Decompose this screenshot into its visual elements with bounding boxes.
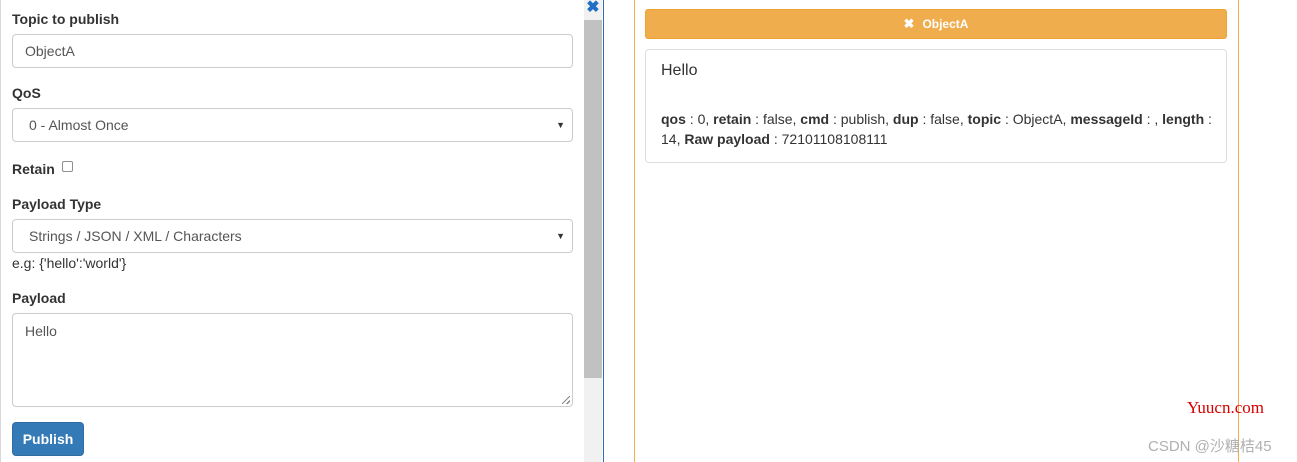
watermark-site: Yuucn.com [1187,398,1264,417]
topic-tab-label: ObjectA [922,17,969,31]
retain-checkbox[interactable] [62,161,73,172]
topic-tab-button[interactable]: ✖ ObjectA [645,9,1227,39]
qos-selected-value: 0 - Almost Once [29,117,129,133]
scrollbar-thumb[interactable] [584,20,602,378]
publish-panel: Topic to publish ObjectA QoS 0 - Almost … [0,0,604,462]
field-key: dup [892,111,919,127]
field-key: qos [661,111,686,127]
message-card: Hello qos : 0, retain : false, cmd : pub… [645,49,1227,163]
field-value: false [762,111,793,127]
payload-label: Payload [12,290,66,306]
payload-type-select[interactable]: Strings / JSON / XML / Characters ▼ [12,219,573,253]
field-key: topic [967,111,1002,127]
field-value: ObjectA [1012,111,1063,127]
field-key: length [1162,111,1205,127]
payload-textarea[interactable]: Hello [12,313,573,407]
field-key: cmd [800,111,830,127]
chevron-down-icon: ▼ [556,231,565,241]
retain-label: Retain [12,161,55,177]
field-value: 72101108108111 [781,131,888,147]
message-title: Hello [661,62,698,79]
qos-select[interactable]: 0 - Almost Once ▼ [12,108,573,142]
close-icon[interactable]: ✖ [585,0,601,16]
chevron-down-icon: ▼ [556,120,565,130]
topic-label: Topic to publish [12,11,120,27]
payload-type-selected-value: Strings / JSON / XML / Characters [29,228,242,244]
field-value: publish [840,111,886,127]
watermark-author: CSDN @沙糖桔45 [1148,438,1272,455]
field-value: 0 [697,111,706,127]
payload-type-hint: e.g: {'hello':'world'} [12,255,127,271]
qos-label: QoS [12,85,41,101]
publish-button[interactable]: Publish [12,422,84,456]
payload-type-label: Payload Type [12,196,102,212]
field-key: Raw payload [684,131,770,147]
close-icon[interactable]: ✖ [904,16,915,31]
message-meta: qos : 0, retain : false, cmd : publish, … [661,111,1212,147]
field-value: 14 [661,131,677,147]
topic-input[interactable]: ObjectA [12,34,573,68]
panel-divider [603,0,604,462]
field-key: messageId [1070,111,1143,127]
field-value: false [930,111,960,127]
resize-grip-icon[interactable] [562,396,570,404]
payload-text: Hello [25,323,57,339]
field-key: retain [713,111,752,127]
